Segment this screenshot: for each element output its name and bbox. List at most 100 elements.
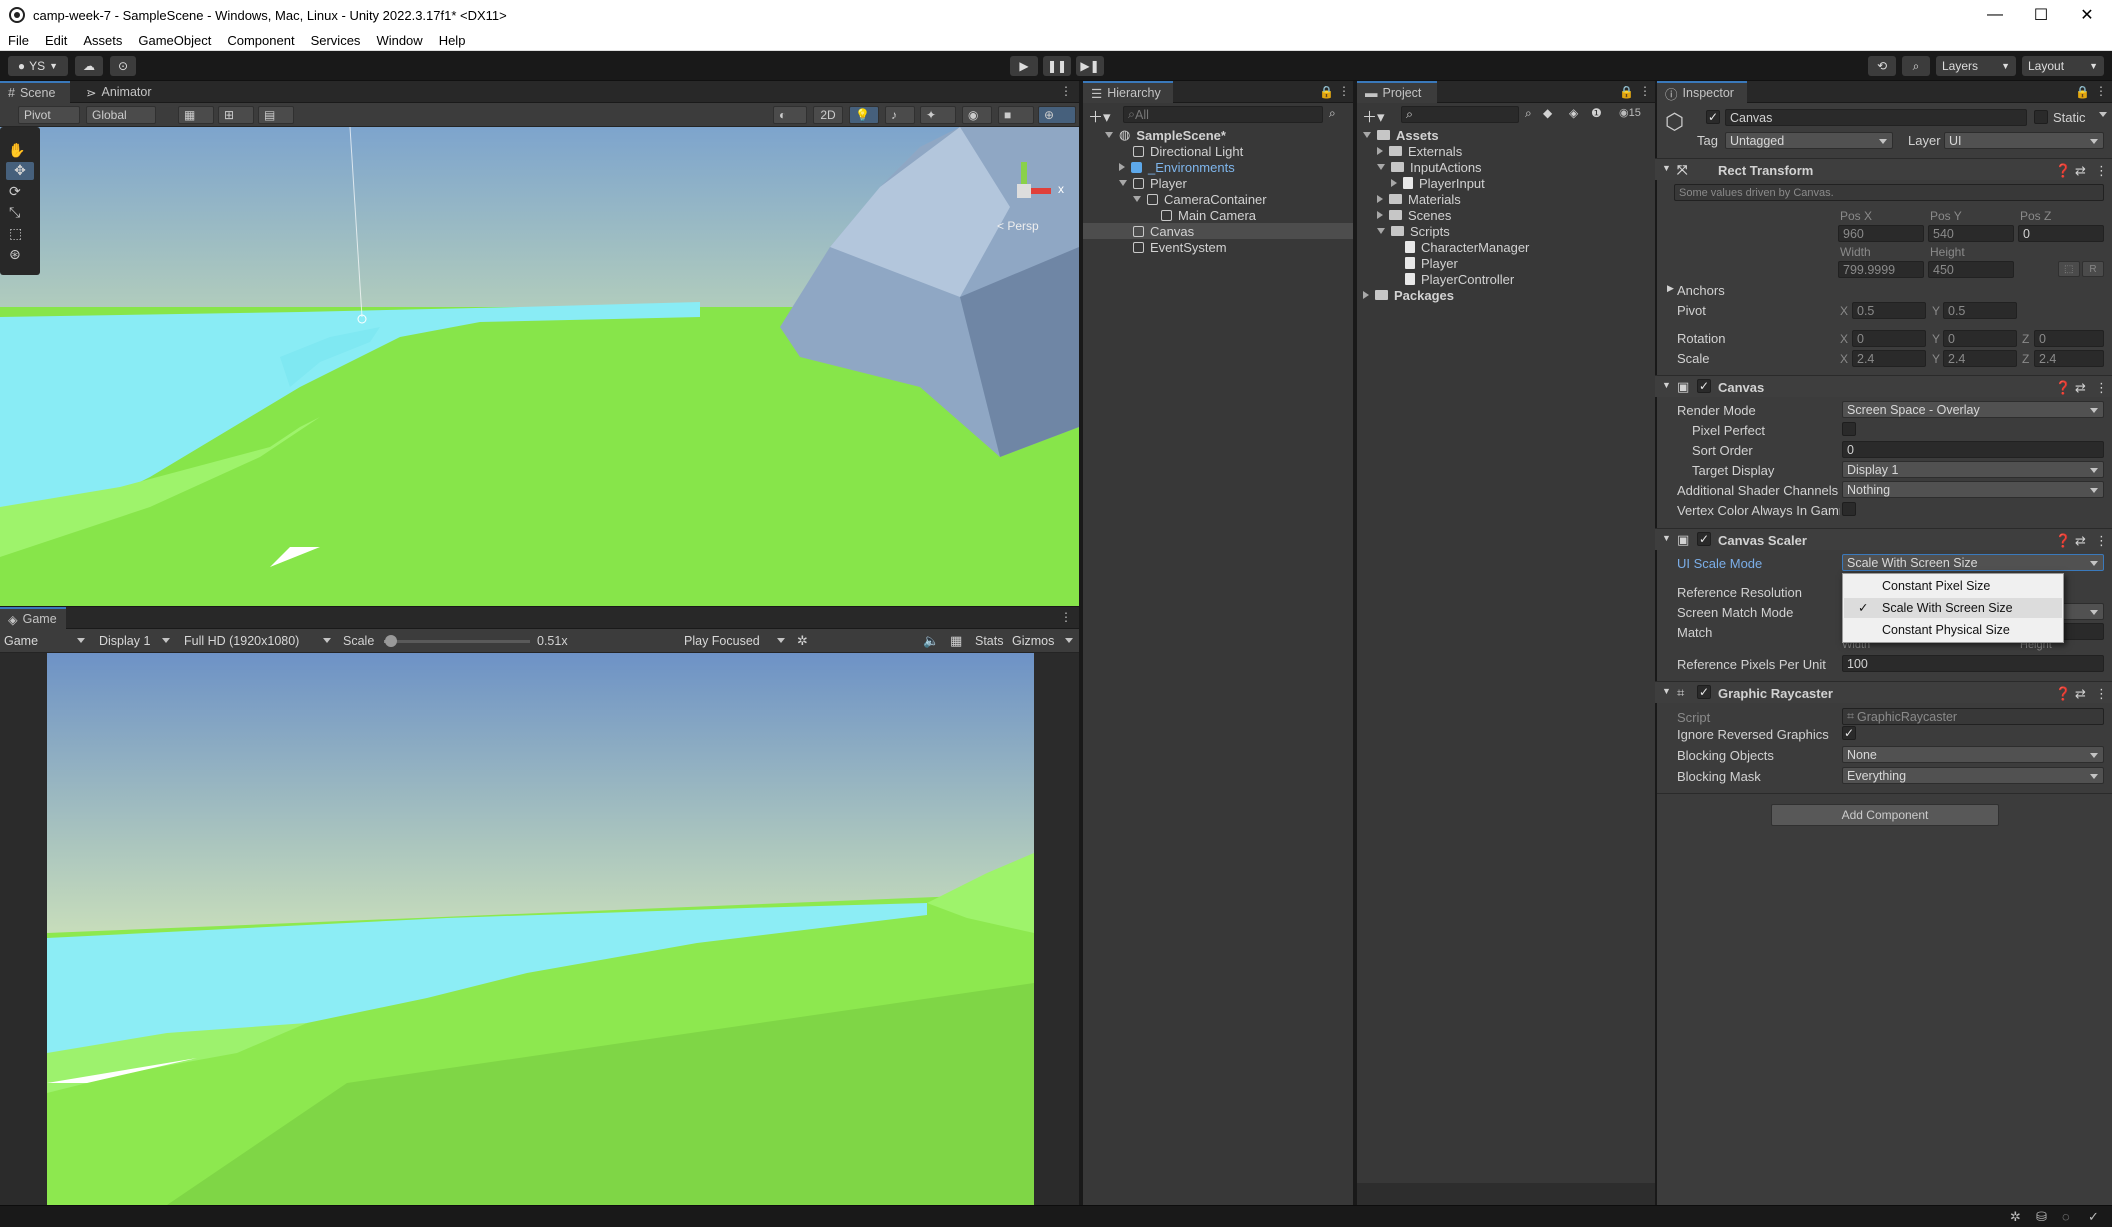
foldout-arrow-icon[interactable]: ▼ bbox=[1662, 163, 1671, 173]
menu-window[interactable]: Window bbox=[368, 33, 430, 48]
posz-field[interactable]: 0 bbox=[2018, 225, 2104, 242]
tree-item[interactable]: EventSystem bbox=[1083, 239, 1353, 255]
tree-item[interactable]: PlayerController bbox=[1357, 271, 1655, 287]
menu-gameobject[interactable]: GameObject bbox=[130, 33, 219, 48]
project-search-input[interactable]: ⌕ bbox=[1401, 106, 1519, 123]
expanded-arrow-icon[interactable] bbox=[1377, 164, 1385, 170]
scene-view[interactable]: ✋ ✥ ⟳ ⤡ ⬚ ⊛ x < Persp bbox=[0, 127, 1079, 606]
tab-game[interactable]: ◈ Game bbox=[0, 607, 66, 629]
expanded-arrow-icon[interactable] bbox=[1363, 132, 1371, 138]
pivot-dropdown[interactable]: Pivot bbox=[18, 106, 80, 124]
bug-report-icon[interactable]: ✲ bbox=[2010, 1209, 2021, 1225]
help-icon[interactable]: ❓ bbox=[2055, 533, 2071, 549]
add-component-button[interactable]: Add Component bbox=[1771, 804, 1999, 826]
tree-item[interactable]: CameraContainer bbox=[1083, 191, 1353, 207]
help-icon[interactable]: ❓ bbox=[2055, 380, 2071, 396]
pixels-per-unit-field[interactable]: 100 bbox=[1842, 655, 2104, 672]
menu-services[interactable]: Services bbox=[303, 33, 369, 48]
rect-tool-icon[interactable]: ⬚ bbox=[9, 225, 22, 242]
scale-x-field[interactable]: 2.4 bbox=[1852, 350, 1926, 367]
create-asset-button[interactable]: ＋▾ bbox=[1362, 106, 1385, 127]
tree-item[interactable]: CharacterManager bbox=[1357, 239, 1655, 255]
tree-item[interactable]: Scenes bbox=[1357, 207, 1655, 223]
rotate-tool-icon[interactable]: ⟳ bbox=[9, 183, 21, 200]
search-by-type-icon[interactable]: ⌕ bbox=[1525, 106, 1532, 121]
presets-icon[interactable]: ⇄ bbox=[2075, 686, 2086, 702]
bug-icon[interactable]: ✲ bbox=[797, 633, 808, 649]
pause-button[interactable]: ❚❚ bbox=[1043, 56, 1071, 76]
menu-component[interactable]: Component bbox=[219, 33, 302, 48]
label-icon[interactable]: ◈ bbox=[1569, 106, 1578, 120]
scale-slider-thumb[interactable] bbox=[385, 635, 398, 647]
expanded-arrow-icon[interactable] bbox=[1105, 132, 1113, 138]
resolution-dropdown[interactable]: Full HD (1920x1080) bbox=[180, 632, 336, 649]
effects-icon[interactable]: ✦ bbox=[920, 106, 956, 124]
history-icon[interactable]: ⟲ bbox=[1868, 56, 1896, 76]
tree-item[interactable]: Directional Light bbox=[1083, 143, 1353, 159]
maximize-button[interactable]: ☐ bbox=[2018, 0, 2064, 30]
help-icon[interactable]: ❓ bbox=[2055, 163, 2071, 179]
option-constant-physical-size[interactable]: Constant Physical Size bbox=[1844, 620, 2062, 640]
grid-snap-icon[interactable]: ▦ bbox=[178, 106, 214, 124]
global-dropdown[interactable]: Global bbox=[86, 106, 156, 124]
blocking-mask-dropdown[interactable]: Everything bbox=[1842, 767, 2104, 784]
collapsed-arrow-icon[interactable] bbox=[1377, 211, 1383, 219]
collapsed-arrow-icon[interactable] bbox=[1377, 195, 1383, 203]
static-checkbox[interactable] bbox=[2034, 110, 2048, 124]
collapsed-arrow-icon[interactable] bbox=[1363, 291, 1369, 299]
foldout-arrow-icon[interactable]: ▼ bbox=[1662, 686, 1671, 696]
vertex-color-checkbox[interactable] bbox=[1842, 502, 1856, 516]
visibility-icon[interactable]: ◉ bbox=[962, 106, 992, 124]
transform-tool-icon[interactable]: ⊛ bbox=[9, 246, 21, 263]
stats-button[interactable]: Stats bbox=[975, 634, 1004, 648]
audio-icon[interactable]: ♪ bbox=[885, 106, 915, 124]
ui-scale-mode-dropdown[interactable]: Scale With Screen Size bbox=[1842, 554, 2104, 571]
expanded-arrow-icon[interactable] bbox=[1133, 196, 1141, 202]
scene-gizmo[interactable]: x bbox=[995, 162, 1064, 222]
add-object-button[interactable]: ＋▾ bbox=[1088, 106, 1111, 127]
tree-item[interactable]: ◍ SampleScene* bbox=[1083, 127, 1353, 143]
progress-icon[interactable]: ◌ bbox=[2062, 1209, 2070, 1224]
menu-help[interactable]: Help bbox=[431, 33, 474, 48]
info-icon[interactable]: ❶ bbox=[1591, 106, 1602, 120]
gizmos-icon[interactable]: ⊕ bbox=[1038, 106, 1076, 124]
component-menu-icon[interactable]: ⋮ bbox=[2095, 163, 2108, 179]
tree-item[interactable]: Scripts bbox=[1357, 223, 1655, 239]
tree-item[interactable]: PlayerInput bbox=[1357, 175, 1655, 191]
increment-snap-icon[interactable]: ▤ bbox=[258, 106, 294, 124]
rot-x-field[interactable]: 0 bbox=[1852, 330, 1926, 347]
tab-hierarchy[interactable]: ☰ Hierarchy bbox=[1083, 81, 1173, 103]
tree-item[interactable]: _Environments bbox=[1083, 159, 1353, 175]
more-options-icon[interactable]: ⋮ bbox=[1060, 610, 1072, 624]
lighting-icon[interactable]: 💡 bbox=[849, 106, 879, 124]
raw-edit-button[interactable]: R bbox=[2082, 261, 2104, 277]
presets-icon[interactable]: ⇄ bbox=[2075, 533, 2086, 549]
tab-project[interactable]: ▬ Project bbox=[1357, 81, 1437, 103]
tree-item[interactable]: InputActions bbox=[1357, 159, 1655, 175]
tab-inspector[interactable]: ⓘ Inspector bbox=[1657, 81, 1747, 103]
presets-icon[interactable]: ⇄ bbox=[2075, 380, 2086, 396]
gizmo-x-icon[interactable] bbox=[1031, 188, 1051, 194]
tree-item[interactable]: Assets bbox=[1357, 127, 1655, 143]
width-field[interactable]: 799.9999 bbox=[1838, 261, 1924, 278]
tab-animator[interactable]: ⋗ Animator bbox=[78, 81, 168, 103]
menu-edit[interactable]: Edit bbox=[37, 33, 75, 48]
tree-item[interactable]: Externals bbox=[1357, 143, 1655, 159]
tab-scene[interactable]: # Scene bbox=[0, 81, 70, 103]
tag-dropdown[interactable]: Untagged bbox=[1725, 132, 1893, 149]
more-options-icon[interactable]: ⋮ bbox=[1639, 84, 1651, 98]
active-checkbox[interactable]: ✓ bbox=[1706, 110, 1720, 124]
canvas-component-header[interactable]: ▼ ▣ ✓ Canvas ❓ ⇄ ⋮ bbox=[1655, 375, 2112, 397]
keyboard-icon[interactable]: ▦ bbox=[950, 633, 962, 649]
expanded-arrow-icon[interactable] bbox=[1377, 228, 1385, 234]
tree-item[interactable]: Player bbox=[1083, 175, 1353, 191]
scale-y-field[interactable]: 2.4 bbox=[1943, 350, 2017, 367]
object-name-input[interactable]: Canvas bbox=[1725, 109, 2027, 126]
component-menu-icon[interactable]: ⋮ bbox=[2095, 686, 2108, 702]
scale-slider[interactable] bbox=[384, 635, 530, 647]
canvas-enabled-checkbox[interactable]: ✓ bbox=[1697, 379, 1711, 393]
tree-item[interactable]: Canvas bbox=[1083, 223, 1353, 239]
filter-type-icon[interactable]: ◆ bbox=[1543, 106, 1552, 120]
collapsed-arrow-icon[interactable] bbox=[1119, 163, 1125, 171]
account-dropdown[interactable]: ● YS ▼ bbox=[8, 56, 68, 76]
